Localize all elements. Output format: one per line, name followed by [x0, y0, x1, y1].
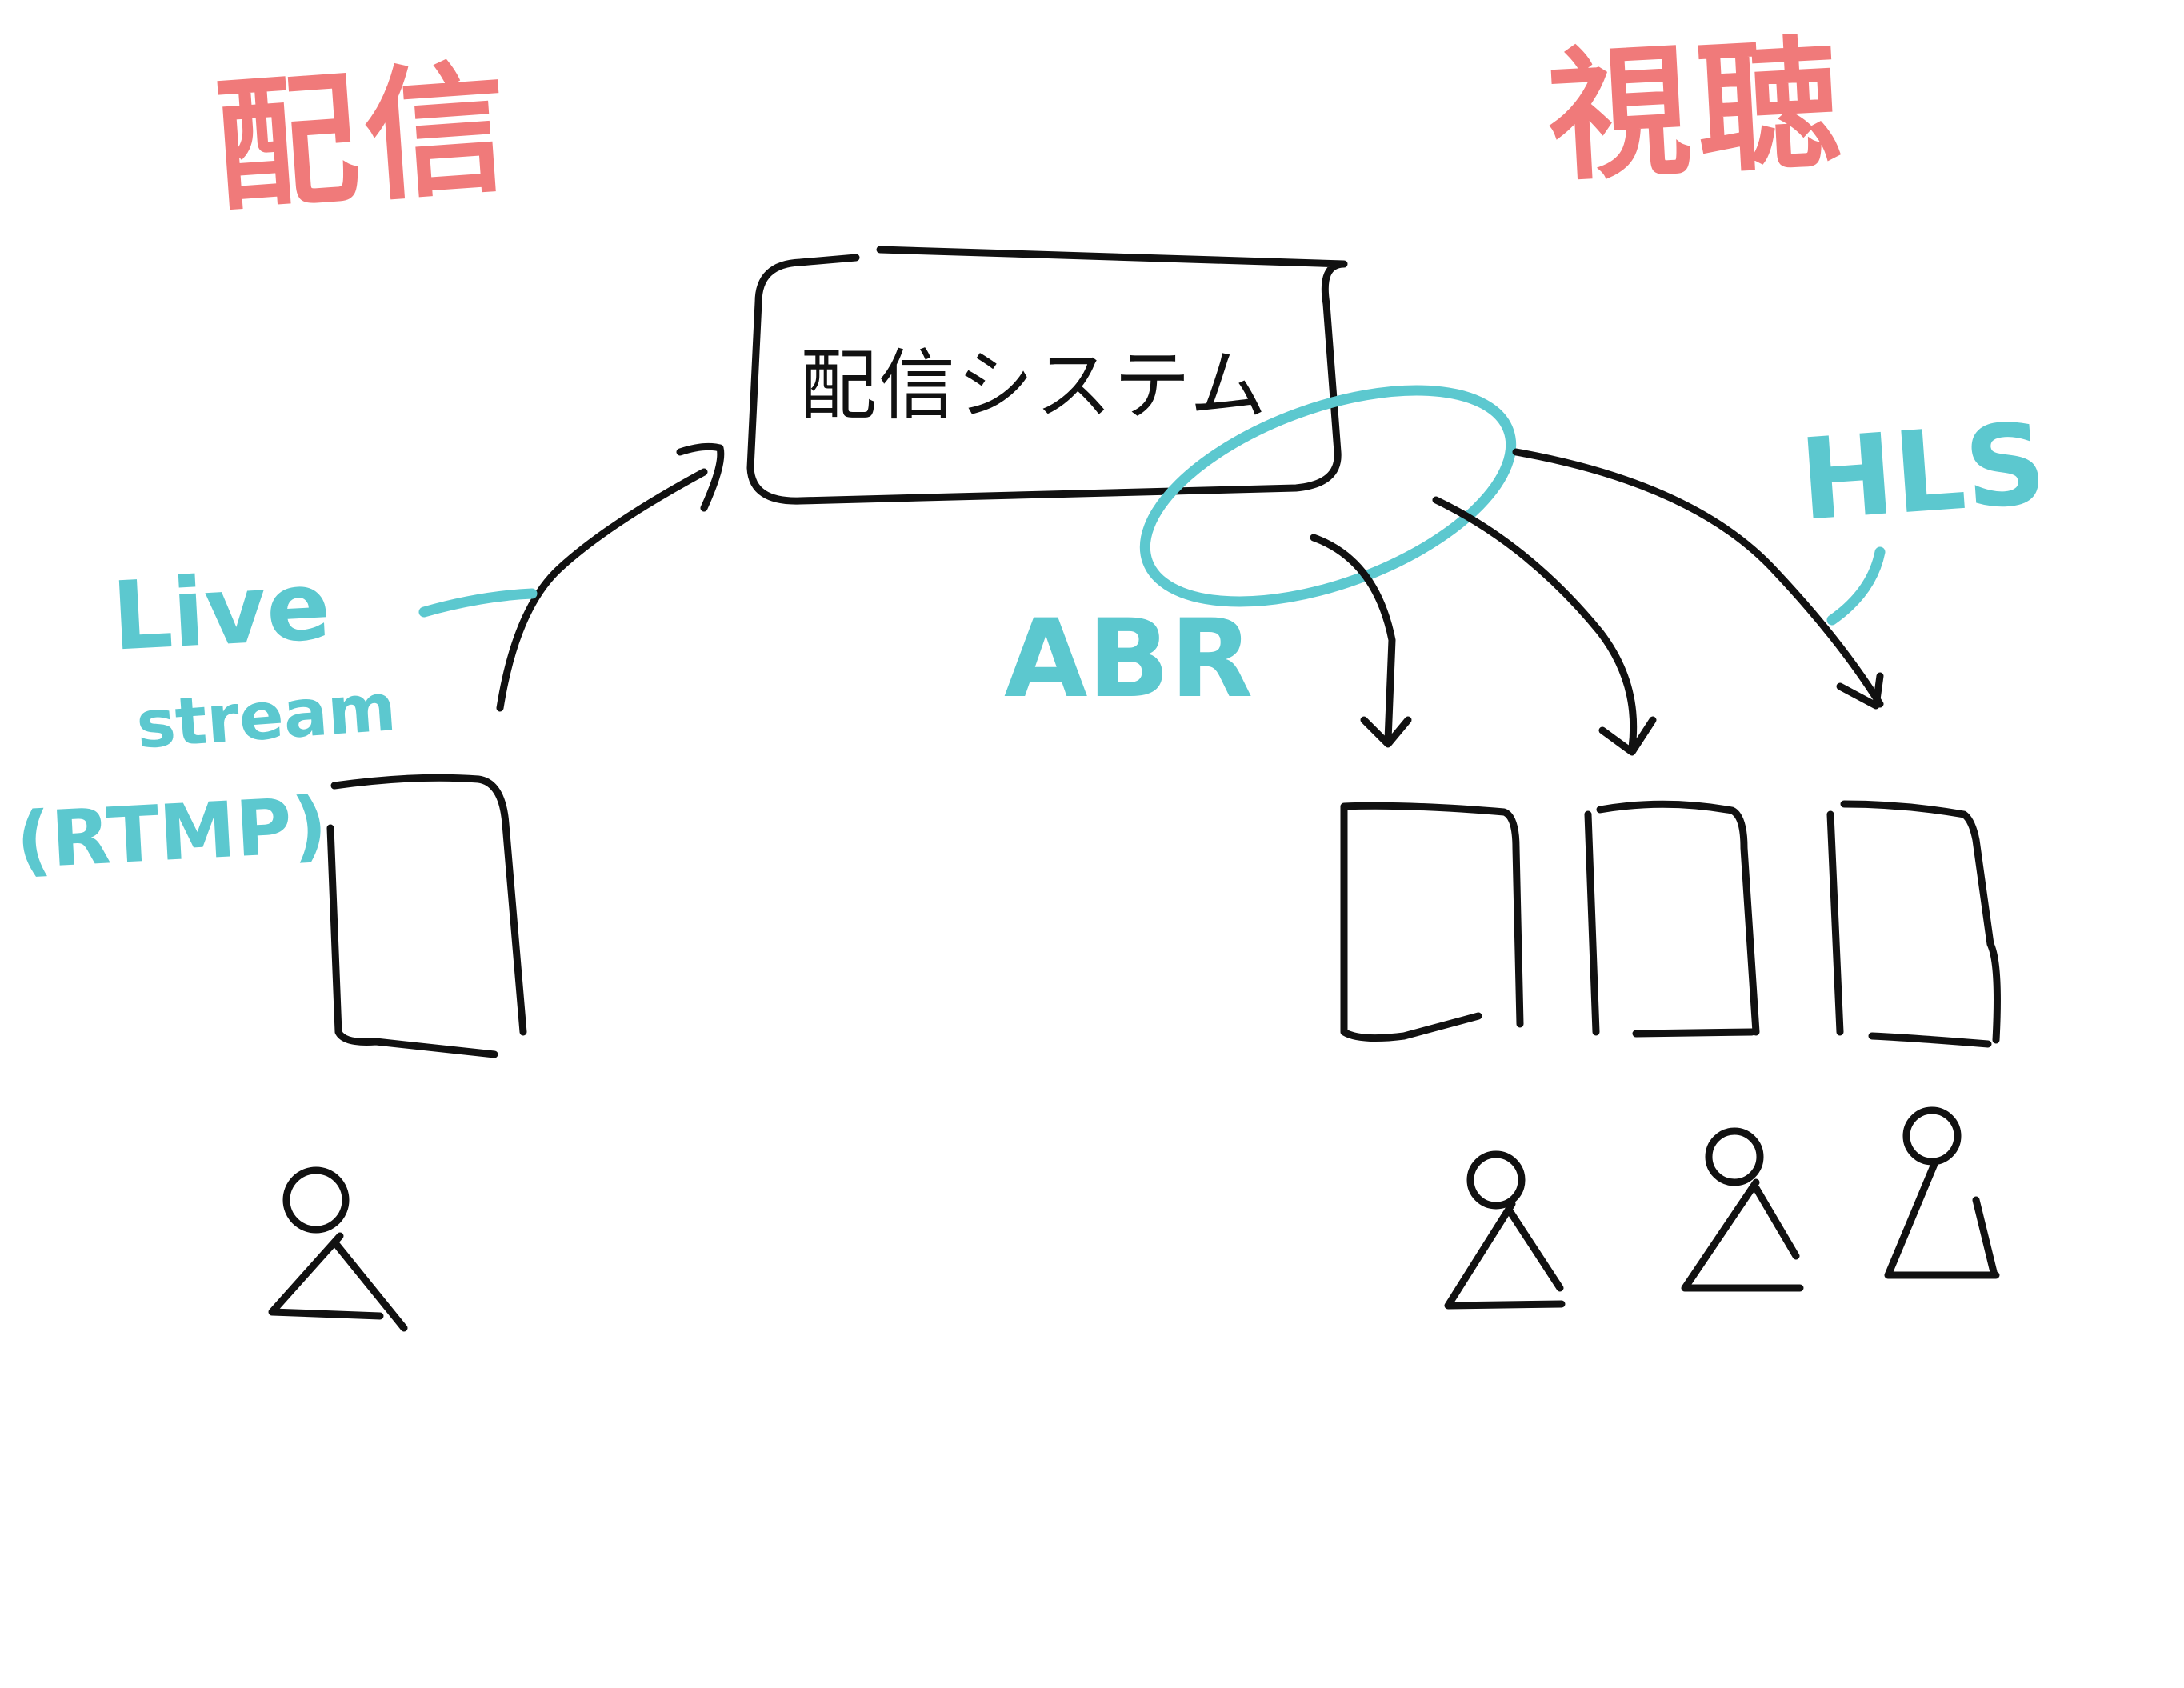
delivery-arrow-2 [1432, 496, 1638, 752]
viewer-phone-3 [1826, 800, 2001, 1048]
viewer-phone-1 [1340, 802, 1524, 1042]
broadcaster-body [268, 1232, 408, 1332]
viewer-device-2 [1584, 800, 1760, 1038]
viewer-head-3 [1902, 1106, 1962, 1166]
hls-leader-line [1826, 546, 1886, 626]
viewer-person-icon-3 [1884, 1106, 2000, 1279]
delivery-arrowhead-2 [1598, 716, 1657, 756]
viewer-head-1 [1466, 1150, 1526, 1210]
live-stream-label-line1: Live [110, 550, 333, 672]
viewer-body-1 [1444, 1200, 1566, 1310]
viewer-person-icon-2 [1681, 1127, 1804, 1292]
heading-view: 視聴 [1544, 20, 1850, 201]
live-stream-leader-line [418, 588, 538, 618]
broadcaster-person-icon [268, 1166, 408, 1332]
viewer-body-2 [1681, 1178, 1804, 1292]
viewer-head-2 [1705, 1127, 1764, 1186]
abr-label: ABR [1004, 596, 1253, 722]
viewer-device-1 [1340, 802, 1524, 1042]
live-stream-label-line2: stream [134, 670, 398, 763]
system-box-label: 配信システム [800, 341, 1268, 430]
hls-label: HLS [1796, 399, 2050, 546]
diagram-canvas: 配信 視聴 配信システム Live stream (RTMP) ABR HLS [14, 20, 2050, 1332]
viewer-body-3 [1884, 1160, 2000, 1279]
broadcaster-head [282, 1166, 350, 1234]
broadcaster-device [326, 774, 527, 1058]
viewer-person-icon-1 [1444, 1150, 1566, 1310]
rtmp-label: (RTMP) [14, 780, 329, 886]
broadcaster-phone [326, 774, 527, 1058]
heading-distribute: 配信 [210, 45, 519, 230]
distribution-system-box: 配信システム [746, 246, 1348, 505]
viewer-phone-2 [1584, 800, 1760, 1038]
viewer-device-3 [1826, 800, 2001, 1048]
